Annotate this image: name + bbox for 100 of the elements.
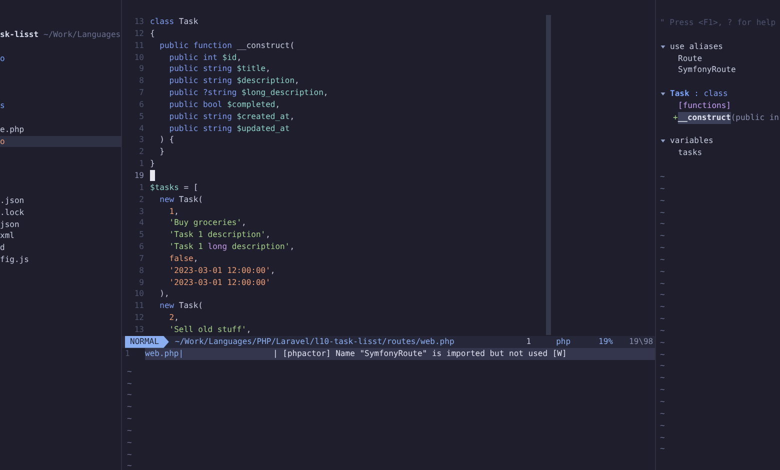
code-line: false,: [168, 252, 198, 265]
outline-section-title[interactable]: variables: [670, 135, 714, 148]
file-tree-item[interactable]: s: [0, 100, 121, 112]
line-number: 10: [133, 52, 145, 64]
outline-item[interactable]: tasks: [678, 147, 702, 160]
empty-line-marker: ~: [660, 313, 666, 325]
code-line: {: [150, 28, 155, 40]
line-number: 7: [138, 252, 145, 265]
line-number: 11: [133, 300, 145, 312]
file-tree-item[interactable]: json: [0, 218, 121, 230]
empty-line-marker: ~: [660, 432, 666, 444]
outline-item[interactable]: Route: [678, 52, 702, 64]
empty-line-marker: ~: [660, 384, 666, 396]
code-line: 1,: [168, 206, 179, 218]
outline-item[interactable]: SymfonyRoute: [678, 64, 736, 76]
code-line: new Task(: [158, 300, 203, 312]
empty-line-marker: ~: [660, 230, 666, 242]
file-tree-item[interactable]: o: [0, 136, 121, 148]
empty-line-marker: ~: [127, 448, 133, 460]
code-line: '2023-03-01 12:00:00': [168, 276, 270, 288]
code-line: public string $title,: [168, 63, 270, 76]
line-number: 2: [138, 194, 145, 206]
code-line: 'Sell old stuff',: [168, 324, 252, 336]
empty-line-marker: ~: [660, 336, 666, 349]
line-number: 2: [138, 146, 145, 158]
code-line: '2023-03-01 12:00:00',: [168, 264, 276, 277]
empty-line-marker: ~: [660, 372, 666, 384]
empty-line-marker: ~: [660, 278, 666, 290]
code-line: 'Task 1 long description',: [168, 241, 295, 253]
empty-line-marker: ~: [660, 266, 666, 278]
empty-line-marker: ~: [660, 218, 666, 230]
code-line: public string $description,: [168, 75, 300, 88]
empty-line-marker: ~: [660, 360, 666, 372]
empty-line-marker: ~: [127, 424, 133, 437]
empty-line-marker: ~: [660, 194, 666, 206]
file-tree-item[interactable]: d: [0, 242, 121, 254]
signature-text: (public in: [730, 112, 779, 124]
file-tree-item[interactable]: fig.js: [0, 254, 121, 266]
file-tree-item[interactable]: .json: [0, 194, 121, 207]
code-line: public ?string $long_description,: [168, 87, 328, 99]
empty-line-marker: ~: [127, 436, 133, 449]
line-number: 8: [138, 75, 145, 88]
line-number: 5: [138, 229, 145, 242]
input-text: web.php|: [145, 348, 185, 360]
code-line: 2,: [168, 312, 179, 324]
scroll-percent: 19%: [598, 337, 613, 346]
code-line: new Task(: [158, 194, 203, 206]
help-hint: " Press <F1>, ? for help: [660, 17, 777, 29]
expand-arrow-icon[interactable]: [660, 90, 666, 97]
line-number: 13: [133, 324, 145, 336]
line-number: 4: [138, 122, 145, 134]
line-number: 19: [133, 170, 145, 182]
code-line: public string $created_at,: [168, 110, 295, 123]
empty-line-marker: ~: [127, 378, 133, 390]
line-number: 3: [138, 134, 145, 146]
project-path: ~/Work/Languages: [44, 29, 121, 41]
empty-line-marker: ~: [660, 324, 666, 337]
line-number: 1: [124, 348, 131, 360]
line-number: 8: [138, 264, 145, 277]
line-number: 12: [133, 312, 145, 324]
line-number: 13: [133, 16, 145, 28]
expand-arrow-icon[interactable]: [660, 138, 666, 144]
line-number: 5: [138, 110, 145, 123]
file-tree-item[interactable]: e.php: [0, 124, 121, 136]
line-number: 6: [138, 98, 145, 111]
file-tree-item[interactable]: .lock: [0, 206, 121, 219]
empty-line-marker: ~: [127, 389, 133, 402]
empty-line-marker: ~: [660, 242, 666, 254]
empty-line-marker: ~: [127, 413, 133, 425]
file-tree-item[interactable]: xml: [0, 230, 121, 242]
code-line: class Task: [150, 16, 198, 28]
outline-item[interactable]: __construct: [678, 112, 731, 124]
outline-item[interactable]: [functions]: [678, 100, 731, 112]
outline-section-title[interactable]: use aliases: [670, 40, 723, 53]
line-number: 7: [138, 87, 145, 99]
expand-arrow-icon[interactable]: [660, 44, 666, 50]
code-line: ) {: [158, 134, 174, 146]
line-number: 3: [138, 206, 145, 218]
cursor-position: 19\98: [629, 337, 654, 346]
empty-line-marker: ~: [660, 182, 666, 195]
empty-line-marker: ~: [660, 254, 666, 266]
mode-indicator: NORMAL: [125, 336, 169, 348]
project-name: sk-lisst: [0, 29, 39, 41]
text-cursor: [150, 170, 155, 182]
outline-section-title[interactable]: Task : class: [670, 88, 728, 100]
empty-line-marker: ~: [660, 396, 666, 408]
empty-line-marker: ~: [660, 170, 666, 183]
code-line: public string $updated_at: [168, 122, 290, 134]
code-line: public int $id,: [168, 52, 242, 64]
empty-line-marker: ~: [660, 420, 666, 432]
empty-line-marker: ~: [127, 366, 133, 378]
empty-line-marker: ~: [127, 401, 133, 414]
file-tree-item[interactable]: o: [0, 52, 121, 65]
scrollbar[interactable]: [546, 15, 551, 335]
line-number: 6: [138, 241, 145, 253]
empty-line-marker: ~: [660, 206, 666, 218]
code-line: 'Buy groceries',: [168, 217, 246, 230]
file-type: php: [556, 337, 571, 346]
line-number: 12: [133, 28, 145, 40]
line-number: 11: [133, 40, 145, 52]
